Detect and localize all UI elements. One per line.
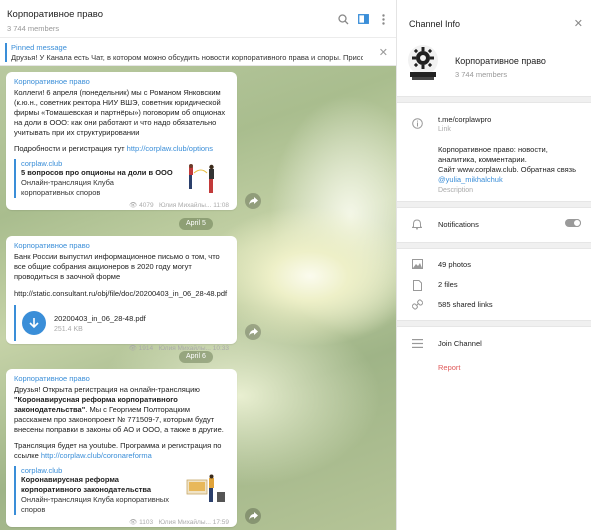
chat-header: Корпоративное право 3 744 members	[0, 0, 396, 38]
message-text-secondary: Трансляция будет на youtube. Программа и…	[14, 441, 229, 461]
join-channel-button[interactable]: Join Channel	[438, 339, 482, 348]
link-preview[interactable]: corplaw.club Коронавирусная реформа корп…	[14, 466, 229, 515]
chat-pane: Корпоративное право 3 744 members Pinned…	[0, 0, 397, 530]
close-pinned-icon[interactable]: ✕	[379, 46, 388, 59]
channel-name: Корпоративное право	[455, 56, 546, 66]
pinned-accent-bar	[5, 43, 7, 62]
eye-icon: 👁	[129, 519, 138, 526]
message-signature: Юлия Михайлы...	[158, 519, 211, 526]
channel-link-label: Link	[438, 126, 451, 133]
description-line: Сайт www.corplaw.club. Обратная связь	[438, 165, 576, 174]
chat-title[interactable]: Корпоративное право	[7, 9, 103, 20]
message-signature: Юлия Михайлы...	[159, 202, 212, 209]
message-author[interactable]: Корпоративное право	[14, 241, 229, 250]
pinned-title: Pinned message	[11, 43, 67, 52]
info-icon	[411, 117, 423, 129]
message-text: Коллеги! 6 апреля (понедельник) мы с Ром…	[14, 88, 226, 137]
channel-description: Корпоративное право: новости, аналитика,…	[438, 145, 576, 185]
notifications-label: Notifications	[438, 220, 479, 229]
message-text: Банк России выпустил информационное пись…	[14, 252, 220, 281]
section-divider	[397, 96, 591, 103]
preview-thumbnail	[183, 163, 227, 197]
channel-members: 3 744 members	[455, 70, 508, 79]
photos-item[interactable]: 49 photos	[438, 260, 471, 269]
date-divider: April 5	[179, 218, 213, 230]
share-icon[interactable]	[245, 508, 261, 524]
eye-icon: 👁	[129, 202, 138, 209]
report-button[interactable]: Report	[438, 363, 461, 372]
more-vertical-icon[interactable]	[376, 12, 390, 26]
close-icon[interactable]: ✕	[574, 17, 583, 30]
menu-list-icon	[411, 337, 423, 349]
message-corona-reform[interactable]: Корпоративное право Друзья! Открыта реги…	[6, 369, 237, 527]
download-icon[interactable]	[22, 311, 46, 335]
preview-thumbnail	[183, 474, 227, 508]
preview-description: Онлайн-трансляция Клуба корпоративных сп…	[21, 178, 114, 197]
file-size: 251.4 KB	[54, 325, 83, 333]
info-panel-title: Channel Info	[409, 19, 461, 29]
view-count: 4079	[139, 202, 154, 209]
eye-icon: 👁	[128, 345, 137, 352]
message-meta: 👁 4079 Юлия Михайлы... 11:08	[14, 201, 229, 209]
message-text: Друзья! Открыта регистрация на онлайн-тр…	[14, 385, 229, 435]
view-count: 1103	[139, 519, 154, 526]
sidebar-toggle-icon[interactable]	[356, 12, 370, 26]
photo-icon	[411, 258, 423, 270]
pinned-text: Друзья! У Канала есть Чат, в котором мож…	[11, 53, 363, 62]
link-icon	[411, 298, 423, 310]
link-preview[interactable]: corplaw.club 5 вопросов про опционы на д…	[14, 159, 229, 198]
bell-icon	[411, 218, 423, 230]
message-link[interactable]: http://corplaw.club/coronareforma	[41, 451, 152, 460]
description-line: аналитика, комментарии.	[438, 155, 527, 164]
message-author[interactable]: Корпоративное право	[14, 77, 229, 86]
message-text-secondary: Подробности и регистрация тут http://cor…	[14, 144, 229, 154]
telegram-window: Корпоративное право 3 744 members Pinned…	[0, 0, 591, 530]
message-cbr-letter[interactable]: Корпоративное право Банк России выпустил…	[6, 236, 237, 352]
channel-info-panel: Channel Info ✕ Корпоративное право 3 744…	[397, 0, 591, 530]
files-item[interactable]: 2 files	[438, 280, 458, 289]
channel-link[interactable]: t.me/corplawpro	[438, 115, 491, 124]
section-divider	[397, 320, 591, 327]
share-icon[interactable]	[245, 193, 261, 209]
description-line: Корпоративное право: новости,	[438, 145, 548, 154]
message-link[interactable]: http://corplaw.club/options	[127, 144, 213, 153]
notifications-toggle[interactable]	[565, 219, 581, 227]
message-link[interactable]: http://static.consultant.ru/obj/file/doc…	[14, 289, 229, 299]
file-icon	[411, 279, 423, 291]
chat-member-count: 3 744 members	[7, 24, 60, 33]
preview-description: Онлайн-трансляция Клуба корпоративных сп…	[21, 495, 170, 514]
file-name: 20200403_in_06_28-48.pdf	[54, 313, 146, 323]
message-options[interactable]: Корпоративное право Коллеги! 6 апреля (п…	[6, 72, 237, 210]
channel-avatar[interactable]	[407, 44, 439, 82]
section-divider	[397, 201, 591, 208]
message-text-part: Друзья! Открыта регистрация на онлайн-тр…	[14, 385, 200, 394]
view-count: 1914	[138, 345, 154, 352]
description-handle[interactable]: @yulia_mikhalchuk	[438, 175, 576, 185]
preview-title: Коронавирусная реформа корпоративного за…	[21, 475, 152, 494]
file-attachment[interactable]: 20200403_in_06_28-48.pdf 251.4 KB	[14, 305, 229, 341]
message-text-prefix: Подробности и регистрация тут	[14, 144, 127, 153]
search-icon[interactable]	[336, 12, 350, 26]
channel-description-label: Description	[438, 187, 474, 194]
date-divider: April 6	[179, 351, 213, 363]
preview-title: 5 вопросов про опционы на доли в ООО	[21, 168, 173, 177]
pinned-message-bar[interactable]: Pinned message Друзья! У Канала есть Чат…	[0, 38, 396, 66]
message-author[interactable]: Корпоративное право	[14, 374, 229, 383]
shared-links-item[interactable]: 585 shared links	[438, 300, 493, 309]
message-meta: 👁 1103 Юлия Михайлы... 17:59	[14, 518, 229, 526]
message-time: 10:33	[212, 345, 229, 352]
message-time: 11:08	[213, 202, 229, 209]
message-time: 17:59	[212, 519, 229, 526]
section-divider	[397, 242, 591, 249]
share-icon[interactable]	[245, 324, 261, 340]
